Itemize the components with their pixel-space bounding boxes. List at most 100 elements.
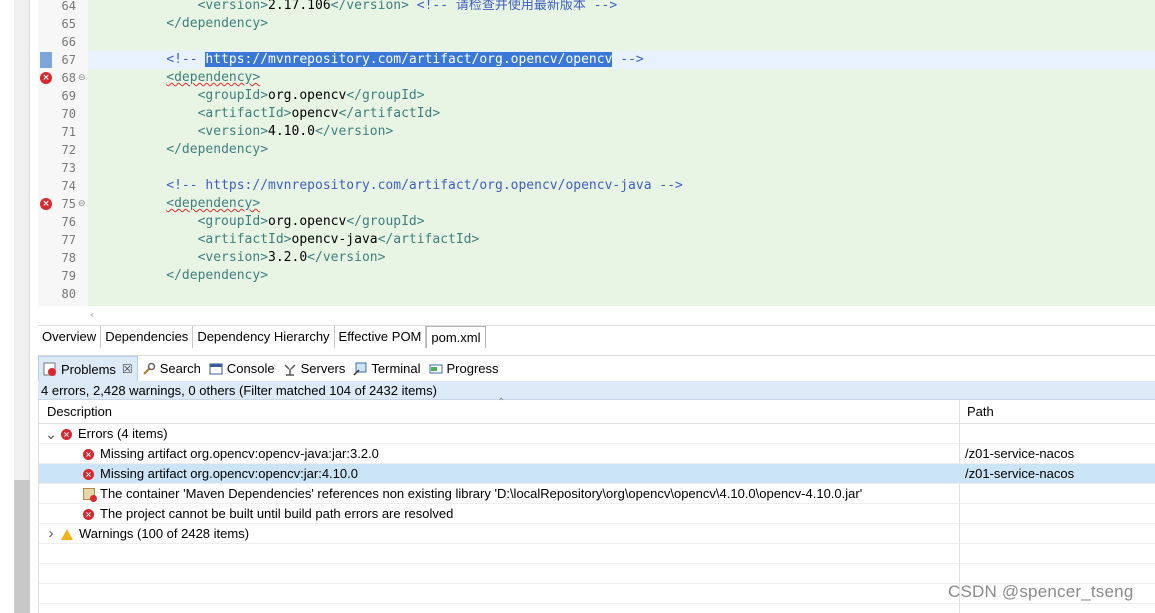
code-line[interactable]: </dependency> bbox=[88, 267, 1155, 285]
line-number: 69 bbox=[61, 89, 76, 103]
chevron-right-icon[interactable]: › bbox=[45, 524, 57, 544]
problems-icon bbox=[43, 362, 57, 376]
view-tab-console[interactable]: Console bbox=[205, 356, 279, 382]
xml-tag: <groupId> bbox=[197, 88, 269, 103]
scroll-left-icon[interactable]: ‹ bbox=[90, 308, 94, 321]
problem-row[interactable]: The container 'Maven Dependencies' refer… bbox=[39, 484, 1155, 504]
search-icon bbox=[142, 362, 156, 376]
xml-editor[interactable]: 64 65 66 67 68 × ⊖ 69 70 71 72 73 74 75 × ⊖ 76 77 78 79 80 <… bbox=[38, 0, 1155, 324]
xml-text: 2.17.106 bbox=[268, 0, 331, 13]
error-icon: × bbox=[61, 428, 72, 440]
description-text: The project cannot be built until build … bbox=[100, 506, 454, 521]
code-line[interactable] bbox=[88, 159, 1155, 177]
view-tab-problems[interactable]: Problems ☒ bbox=[38, 355, 138, 382]
problem-row[interactable]: × Missing artifact org.opencv:opencv:jar:… bbox=[39, 464, 1155, 484]
console-icon bbox=[209, 362, 223, 376]
error-marker-icon[interactable]: × bbox=[40, 72, 52, 84]
code-line[interactable]: </dependency> bbox=[88, 15, 1155, 33]
code-line[interactable]: <version>3.2.0</version> bbox=[88, 249, 1155, 267]
error-icon: × bbox=[83, 448, 94, 460]
line-number: 70 bbox=[61, 107, 76, 121]
code-line[interactable]: <dependency> bbox=[88, 195, 1155, 213]
line-number: 77 bbox=[61, 233, 76, 247]
description-text: The container 'Maven Dependencies' refer… bbox=[100, 486, 863, 501]
view-tab-label: Search bbox=[159, 361, 201, 376]
current-line-marker bbox=[40, 52, 52, 68]
view-tab-terminal[interactable]: Terminal bbox=[349, 356, 424, 382]
code-line[interactable] bbox=[88, 285, 1155, 303]
description-cell: The container 'Maven Dependencies' refer… bbox=[83, 484, 862, 504]
xml-tag: </dependency> bbox=[166, 268, 269, 283]
watermark: CSDN @spencer_tseng bbox=[948, 582, 1134, 601]
problem-row[interactable]: › Warnings (100 of 2428 items) bbox=[39, 524, 1155, 544]
view-tab-search[interactable]: Search bbox=[138, 356, 205, 382]
servers-icon bbox=[283, 362, 297, 376]
empty-row bbox=[39, 564, 1155, 584]
view-tab-servers[interactable]: Servers bbox=[279, 356, 350, 382]
editor-tab-overview[interactable]: Overview bbox=[38, 326, 102, 348]
view-tab-label: Terminal bbox=[371, 361, 421, 376]
editor-tab-dependency-hierarchy[interactable]: Dependency Hierarchy bbox=[193, 326, 335, 348]
editor-tab-pom-xml[interactable]: pom.xml bbox=[426, 326, 486, 348]
code-line[interactable]: </dependency> bbox=[88, 141, 1155, 159]
editor-page-tabs: Overview Dependencies Dependency Hierarchy… bbox=[38, 325, 1155, 348]
code-line[interactable]: <artifactId>opencv</artifactId> bbox=[88, 105, 1155, 123]
progress-icon bbox=[429, 362, 443, 376]
problem-row[interactable]: × The project cannot be built until build… bbox=[39, 504, 1155, 524]
code-line[interactable]: <!-- https://mvnrepository.com/artifact/… bbox=[88, 51, 1155, 69]
xml-text bbox=[409, 0, 417, 13]
code-line[interactable]: <artifactId>opencv-java</artifactId> bbox=[88, 231, 1155, 249]
code-area[interactable]: <version>2.17.106</version> <!-- 请检查并使用最… bbox=[88, 0, 1155, 306]
error-marker-icon[interactable]: × bbox=[40, 198, 52, 210]
fold-toggle-icon[interactable]: ⊖ bbox=[78, 200, 87, 209]
scrollbar-thumb[interactable] bbox=[14, 480, 30, 613]
code-line[interactable] bbox=[88, 33, 1155, 51]
path-cell: /z01-service-nacos bbox=[965, 466, 1075, 481]
code-line[interactable]: <dependency> bbox=[88, 69, 1155, 87]
column-header-path[interactable]: Path bbox=[959, 400, 1155, 424]
selected-text: https://mvnrepository.com/artifact/org.o… bbox=[205, 52, 613, 67]
xml-text: opencv bbox=[291, 106, 339, 121]
xml-tag: <version> bbox=[197, 250, 269, 265]
problem-row[interactable]: ⌄ × Errors (4 items) bbox=[39, 424, 1155, 444]
view-tab-progress[interactable]: Progress bbox=[425, 356, 503, 382]
editor-tab-effective-pom[interactable]: Effective POM bbox=[335, 326, 427, 348]
description-cell: × The project cannot be built until build… bbox=[83, 504, 453, 524]
chevron-down-icon[interactable]: ⌄ bbox=[45, 427, 57, 441]
xml-tag: </version> bbox=[307, 250, 386, 265]
line-number: 65 bbox=[61, 17, 76, 31]
xml-tag: <groupId> bbox=[197, 214, 269, 229]
line-number: 64 bbox=[61, 0, 76, 13]
xml-tag: <version> bbox=[197, 124, 269, 139]
code-line[interactable]: <groupId>org.opencv</groupId> bbox=[88, 213, 1155, 231]
line-number: 71 bbox=[61, 125, 76, 139]
xml-tag: </artifactId> bbox=[338, 106, 441, 121]
vertical-scrollbar[interactable] bbox=[14, 0, 30, 613]
view-tab-label: Problems bbox=[61, 361, 116, 377]
code-line[interactable]: <version>4.10.0</version> bbox=[88, 123, 1155, 141]
line-number: 74 bbox=[61, 179, 76, 193]
empty-row bbox=[39, 544, 1155, 564]
view-tab-label: Servers bbox=[300, 361, 346, 376]
xml-tag: <dependency> bbox=[166, 70, 261, 85]
problem-row[interactable]: × Missing artifact org.opencv:opencv-java… bbox=[39, 444, 1155, 464]
view-tab-label: Console bbox=[226, 361, 275, 376]
code-line[interactable]: <!-- https://mvnrepository.com/artifact/… bbox=[88, 177, 1155, 195]
line-number: 79 bbox=[61, 269, 76, 283]
fold-toggle-icon[interactable]: ⊖ bbox=[78, 74, 87, 83]
line-number: 72 bbox=[61, 143, 76, 157]
close-icon[interactable]: ☒ bbox=[122, 362, 133, 376]
description-cell: × Missing artifact org.opencv:opencv-java… bbox=[83, 444, 379, 464]
code-line[interactable]: <groupId>org.opencv</groupId> bbox=[88, 87, 1155, 105]
description-cell: × Missing artifact org.opencv:opencv:jar:… bbox=[83, 464, 358, 484]
view-tabs: Problems ☒ Search Console Servers Terminal Pro… bbox=[38, 355, 1155, 382]
line-number: 73 bbox=[61, 161, 76, 175]
editor-tab-dependencies[interactable]: Dependencies bbox=[101, 326, 194, 348]
sort-indicator-icon: ⌃ bbox=[497, 397, 506, 408]
code-line[interactable]: <version>2.17.106</version> <!-- 请检查并使用最… bbox=[88, 0, 1155, 15]
